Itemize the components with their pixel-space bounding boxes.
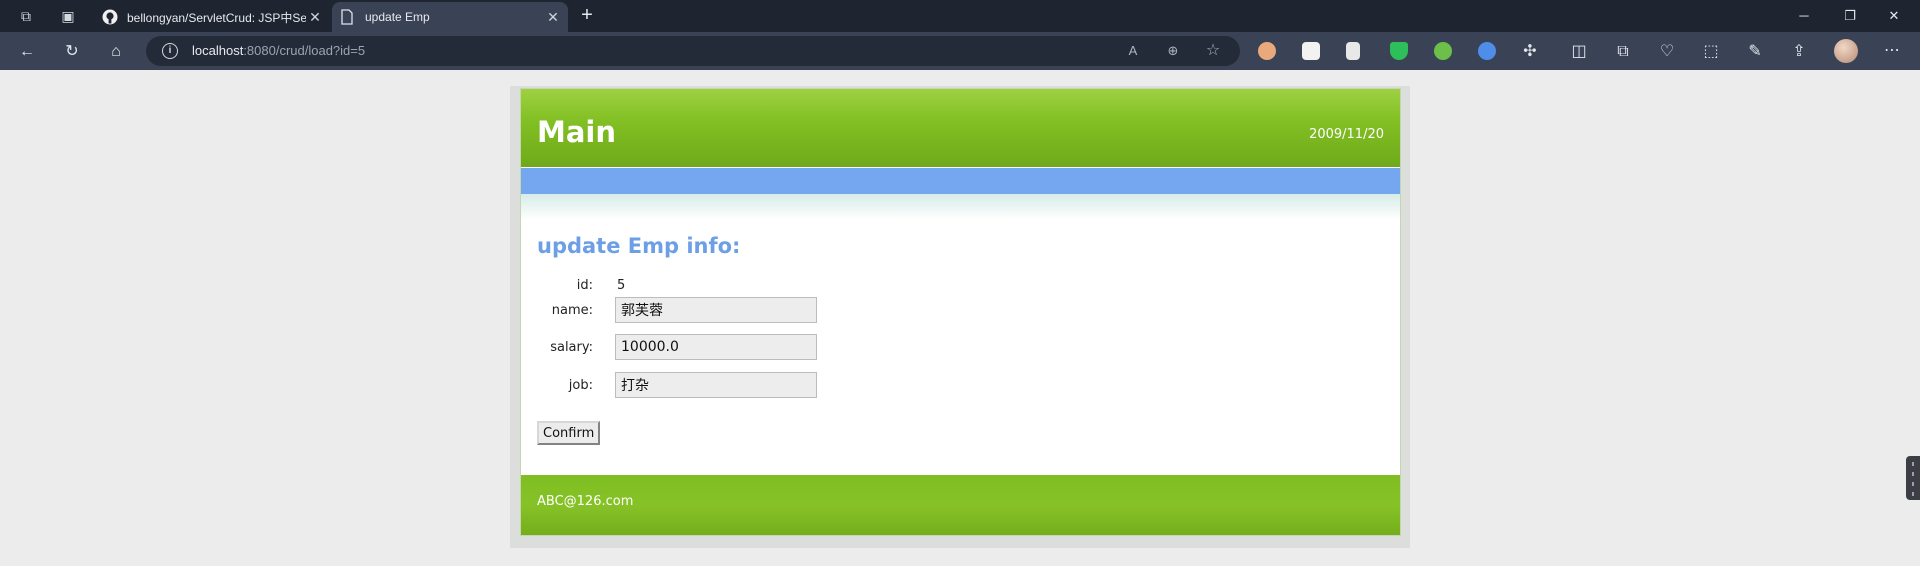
page-container: Main 2009/11/20 update Emp info: id: 5 n…	[520, 88, 1401, 536]
url-text[interactable]: localhost:8080/crud/load?id=5	[192, 43, 365, 58]
job-input[interactable]	[615, 372, 817, 398]
tab-title: update Emp	[365, 10, 430, 24]
main-content: update Emp info: id: 5 name: salary: job…	[537, 234, 1377, 445]
id-value: 5	[617, 278, 626, 293]
home-icon[interactable]: ⌂	[105, 41, 127, 63]
confirm-button[interactable]: Confirm	[537, 421, 601, 445]
close-window-icon[interactable]: ✕	[1884, 6, 1904, 26]
nav-divider	[521, 194, 1400, 220]
minimize-icon[interactable]: ─	[1794, 6, 1814, 26]
browser-toolbar: ← ↻ ⌂ i localhost:8080/crud/load?id=5 A …	[0, 32, 1920, 70]
share-icon[interactable]: ⇪	[1788, 41, 1810, 63]
header-date: 2009/11/20	[1309, 127, 1384, 142]
close-tab-icon[interactable]: ✕	[544, 9, 562, 26]
extensions-puzzle-icon[interactable]: ✣	[1519, 41, 1541, 63]
footer-email: ABC@126.com	[537, 494, 634, 509]
more-options-icon[interactable]: ⋯	[1882, 41, 1902, 61]
page-icon	[340, 9, 356, 25]
extension-icon[interactable]	[1346, 42, 1360, 60]
salary-input[interactable]	[615, 334, 817, 360]
workspaces-icon[interactable]: ⧉	[16, 6, 36, 26]
name-label: name:	[551, 303, 593, 318]
site-info-icon[interactable]: i	[162, 43, 178, 59]
collections-icon[interactable]: ⧉	[1612, 41, 1634, 63]
job-label: job:	[568, 378, 593, 393]
split-screen-icon[interactable]: ◫	[1568, 41, 1590, 63]
id-label: id:	[576, 278, 593, 293]
salary-label: salary:	[550, 340, 593, 355]
favorite-star-icon[interactable]: ☆	[1204, 42, 1222, 60]
close-tab-icon[interactable]: ✕	[306, 9, 324, 26]
github-icon	[102, 9, 118, 25]
shield-extension-icon[interactable]	[1390, 42, 1408, 60]
performance-icon[interactable]: ♡	[1656, 41, 1678, 63]
zoom-icon[interactable]: ⊕	[1164, 42, 1182, 60]
browser-essentials-icon[interactable]: ✎	[1744, 41, 1766, 63]
site-header: Main 2009/11/20	[521, 89, 1400, 167]
extension-icon[interactable]	[1302, 42, 1320, 60]
name-input[interactable]	[615, 297, 817, 323]
back-icon[interactable]: ←	[16, 41, 38, 63]
tab-github[interactable]: bellongyan/ServletCrud: JSP中Se ✕	[94, 2, 330, 32]
extension-icon[interactable]	[1434, 42, 1452, 60]
tab-title: bellongyan/ServletCrud: JSP中Se	[127, 10, 306, 25]
new-tab-button[interactable]: +	[576, 5, 598, 27]
restore-icon[interactable]: ❐	[1840, 6, 1860, 26]
extension-icon[interactable]	[1478, 42, 1496, 60]
read-aloud-icon[interactable]: A	[1124, 42, 1142, 60]
vertical-tabs-icon[interactable]: ▣	[58, 6, 78, 26]
profile-avatar[interactable]	[1834, 39, 1858, 63]
navigation-bar	[521, 168, 1400, 194]
sidebar-handle[interactable]	[1906, 456, 1920, 500]
address-bar[interactable]: i localhost:8080/crud/load?id=5 A ⊕ ☆	[146, 36, 1240, 66]
site-footer: ABC@126.com	[521, 475, 1400, 535]
tab-update-emp[interactable]: update Emp ✕	[332, 2, 568, 32]
refresh-icon[interactable]: ↻	[61, 41, 83, 63]
site-title: Main	[537, 115, 617, 149]
extension-icon[interactable]	[1258, 42, 1276, 60]
page-heading: update Emp info:	[537, 234, 741, 258]
browser-tab-strip: ⧉ ▣ bellongyan/ServletCrud: JSP中Se ✕ upd…	[0, 0, 1920, 32]
screenshot-icon[interactable]: ⬚	[1700, 41, 1722, 63]
